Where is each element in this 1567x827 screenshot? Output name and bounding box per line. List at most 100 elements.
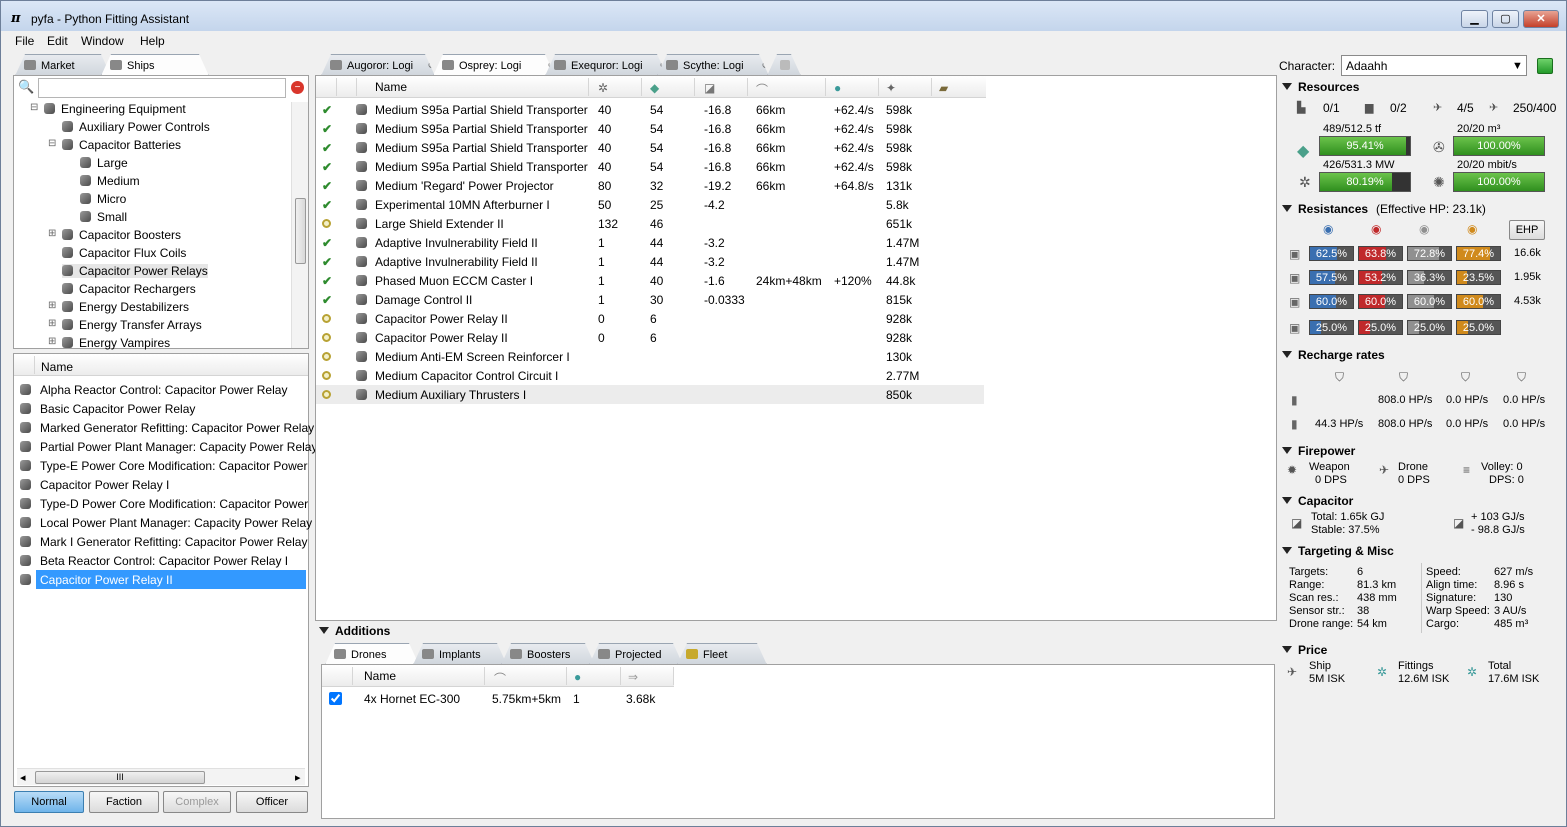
list-item[interactable]: Alpha Reactor Control: Capacitor Power R… bbox=[14, 380, 306, 399]
tab-close-icon[interactable]: ⊗ bbox=[428, 60, 436, 71]
module-row[interactable]: Medium Capacitor Control Circuit I 2.77M bbox=[316, 366, 984, 385]
item-name-header[interactable]: Name bbox=[41, 360, 73, 374]
firepower-title[interactable]: Firepower bbox=[1282, 444, 1355, 458]
tree-item[interactable]: Large bbox=[80, 156, 128, 170]
price-title[interactable]: Price bbox=[1282, 643, 1327, 657]
module-state-icon[interactable]: ✔ bbox=[322, 236, 332, 250]
drone-name-header[interactable]: Name bbox=[364, 669, 396, 683]
additions-title[interactable]: Additions bbox=[319, 624, 390, 638]
menu-window[interactable]: Window bbox=[81, 34, 124, 48]
tree-item[interactable]: Capacitor Flux Coils bbox=[62, 246, 186, 260]
module-row[interactable]: Capacitor Power Relay II 0 6 928k bbox=[316, 328, 984, 347]
drone-range-col-icon[interactable]: ⌒ bbox=[494, 670, 506, 687]
drone-speed-col-icon[interactable]: ● bbox=[574, 670, 581, 684]
tree-item[interactable]: Capacitor Rechargers bbox=[62, 282, 196, 296]
new-tab-button[interactable] bbox=[767, 54, 801, 76]
tree-scrollbar[interactable] bbox=[291, 102, 308, 348]
tree-item[interactable]: ⊞ Energy Vampires bbox=[48, 336, 170, 350]
tab-fit-scythe[interactable]: Scythe: Logi ⊗ bbox=[657, 54, 769, 76]
tree-item[interactable]: Small bbox=[80, 210, 127, 224]
search-input[interactable] bbox=[38, 78, 286, 98]
list-item[interactable]: Type-D Power Core Modification: Capacito… bbox=[14, 494, 308, 513]
module-row[interactable]: ✔ Medium S95a Partial Shield Transporter 4… bbox=[316, 119, 984, 138]
recharge-title[interactable]: Recharge rates bbox=[1282, 348, 1385, 362]
tree-item[interactable]: ⊞ Energy Transfer Arrays bbox=[48, 318, 202, 332]
module-state-icon[interactable]: ✔ bbox=[322, 179, 332, 193]
module-row[interactable]: ✔ Adaptive Invulnerability Field II 1 44 -3.… bbox=[316, 252, 984, 271]
minimize-button[interactable]: ▁ bbox=[1461, 10, 1488, 28]
module-row[interactable]: ✔ Experimental 10MN Afterburner I 50 25 -4.2… bbox=[316, 195, 984, 214]
module-state-icon[interactable]: ✔ bbox=[322, 141, 332, 155]
list-item[interactable]: Marked Generator Refitting: Capacitor Po… bbox=[14, 418, 314, 437]
module-row[interactable]: ✔ Phased Muon ECCM Caster I 1 40 -1.6 24km+48… bbox=[316, 271, 984, 290]
tree-item[interactable]: Capacitor Power Relays bbox=[62, 264, 208, 278]
expander-icon[interactable]: ⊞ bbox=[48, 318, 56, 329]
scroll-right-icon[interactable]: ▸ bbox=[295, 771, 301, 784]
col-name-header[interactable]: Name bbox=[375, 80, 407, 94]
module-row[interactable]: ✔ Medium 'Regard' Power Projector 80 32 -19.… bbox=[316, 176, 984, 195]
tree-item[interactable]: Medium bbox=[80, 174, 140, 188]
tab-fleet[interactable]: Fleet bbox=[677, 643, 767, 665]
tab-drones[interactable]: Drones bbox=[325, 643, 419, 665]
module-row[interactable]: Large Shield Extender II 132 46 651k bbox=[316, 214, 984, 233]
tree-item[interactable]: Micro bbox=[80, 192, 126, 206]
module-state-icon[interactable]: ✔ bbox=[322, 160, 332, 174]
resources-title[interactable]: Resources bbox=[1282, 80, 1359, 94]
resistances-title[interactable]: Resistances (Effective HP: 23.1k) bbox=[1282, 202, 1486, 216]
menu-file[interactable]: File bbox=[15, 34, 34, 48]
module-row[interactable]: Capacitor Power Relay II 0 6 928k bbox=[316, 309, 984, 328]
misc-col-icon[interactable]: ● bbox=[834, 81, 841, 95]
module-state-icon[interactable]: ✔ bbox=[322, 293, 332, 307]
tree-item[interactable]: Auxiliary Power Controls bbox=[62, 120, 210, 134]
meta-complex-button[interactable]: Complex bbox=[163, 791, 231, 813]
tree-item[interactable]: ⊞ Energy Destabilizers bbox=[48, 300, 189, 314]
list-item[interactable]: Basic Capacitor Power Relay bbox=[14, 399, 306, 418]
module-row[interactable]: Medium Anti-EM Screen Reinforcer I 130k bbox=[316, 347, 984, 366]
character-select[interactable]: Adaahh ▼ bbox=[1341, 55, 1527, 76]
maximize-button[interactable]: ▢ bbox=[1492, 10, 1519, 28]
tree-item[interactable]: ⊟ Capacitor Batteries bbox=[48, 138, 181, 152]
module-row[interactable]: ✔ Medium S95a Partial Shield Transporter 4… bbox=[316, 100, 984, 119]
tree-item[interactable]: ⊞ Capacitor Boosters bbox=[48, 228, 181, 242]
expander-icon[interactable]: ⊟ bbox=[48, 138, 56, 149]
drone-row[interactable]: 4x Hornet EC-300 5.75km+5km 1 3.68k bbox=[322, 689, 674, 708]
tab-fit-exequror[interactable]: Exequror: Logi⊗ bbox=[545, 54, 667, 76]
module-state-icon[interactable]: ✔ bbox=[322, 274, 332, 288]
clear-search-icon[interactable]: − bbox=[291, 81, 304, 94]
drone-active-checkbox[interactable] bbox=[329, 692, 342, 705]
meta-officer-button[interactable]: Officer bbox=[236, 791, 308, 813]
range-col-icon[interactable]: ⌒ bbox=[756, 81, 768, 98]
module-state-icon[interactable]: ✔ bbox=[322, 103, 332, 117]
price-col-icon[interactable]: ✦ bbox=[886, 81, 896, 95]
item-scroll-thumb[interactable]: III bbox=[35, 771, 205, 784]
tab-fit-augoror[interactable]: Augoror: Logi ⊗ bbox=[321, 54, 435, 76]
expander-icon[interactable]: ⊞ bbox=[48, 336, 56, 347]
module-state-icon[interactable] bbox=[322, 352, 331, 361]
module-state-icon[interactable] bbox=[322, 314, 331, 323]
module-state-icon[interactable] bbox=[322, 333, 331, 342]
close-button[interactable]: ✕ bbox=[1523, 10, 1559, 28]
module-row[interactable]: Medium Auxiliary Thrusters I 850k bbox=[316, 385, 984, 404]
module-state-icon[interactable] bbox=[322, 219, 331, 228]
list-item[interactable]: Capacitor Power Relay I bbox=[14, 475, 306, 494]
character-editor-icon[interactable] bbox=[1537, 58, 1553, 74]
list-item[interactable]: Local Power Plant Manager: Capacity Powe… bbox=[14, 513, 312, 532]
tab-ships[interactable]: Ships bbox=[101, 54, 209, 76]
module-state-icon[interactable]: ✔ bbox=[322, 122, 332, 136]
tree-scroll-thumb[interactable] bbox=[295, 198, 306, 264]
tab-fit-osprey[interactable]: Osprey: Logi⊗ bbox=[433, 54, 555, 76]
menu-edit[interactable]: Edit bbox=[47, 34, 68, 48]
list-item[interactable]: Beta Reactor Control: Capacitor Power Re… bbox=[14, 551, 306, 570]
tab-market[interactable]: Market bbox=[15, 54, 111, 76]
tab-boosters[interactable]: Boosters bbox=[501, 643, 595, 665]
module-row[interactable]: ✔ Medium S95a Partial Shield Transporter 4… bbox=[316, 138, 984, 157]
module-state-icon[interactable] bbox=[322, 390, 331, 399]
item-hscrollbar[interactable]: ◂ III ▸ bbox=[17, 768, 305, 785]
expander-icon[interactable]: ⊟ bbox=[30, 102, 38, 113]
drone-price-col-icon[interactable]: ⇒ bbox=[628, 670, 638, 684]
scroll-left-icon[interactable]: ◂ bbox=[20, 771, 26, 784]
meta-normal-button[interactable]: Normal bbox=[14, 791, 84, 813]
module-row[interactable]: ✔ Medium S95a Partial Shield Transporter 4… bbox=[316, 157, 984, 176]
tree-item[interactable]: ⊟ Engineering Equipment bbox=[30, 102, 186, 116]
tab-implants[interactable]: Implants bbox=[413, 643, 507, 665]
